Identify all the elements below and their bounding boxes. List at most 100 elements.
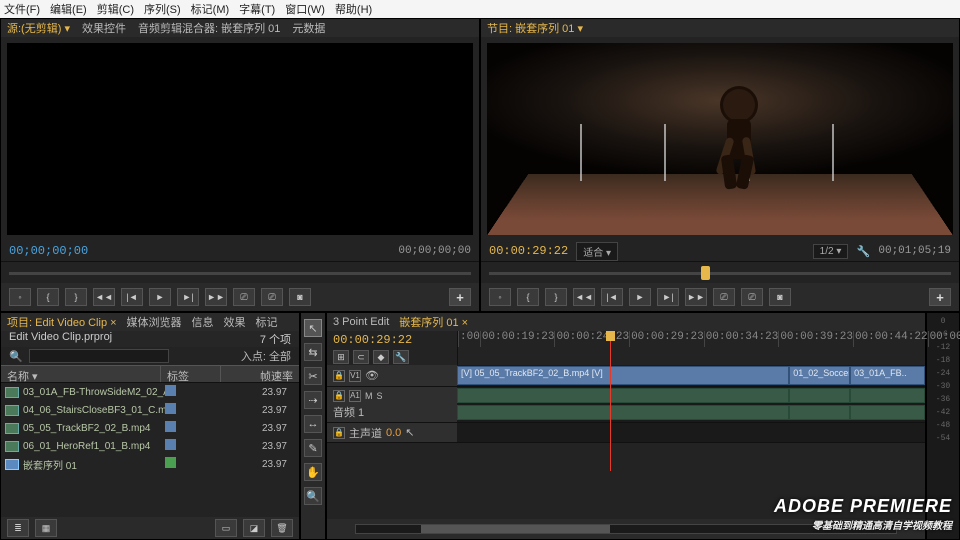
project-row[interactable]: 嵌套序列 01 23.97: [1, 455, 299, 473]
label-swatch[interactable]: [165, 439, 176, 450]
label-swatch[interactable]: [165, 385, 176, 396]
v1-lane[interactable]: [V] 05_05_TrackBF2_02_B.mp4 [V]01_02_Soc…: [457, 365, 925, 386]
menu-help[interactable]: 帮助(H): [335, 1, 372, 17]
project-row[interactable]: 04_06_StairsCloseBF3_01_C.mp4 23.97: [1, 401, 299, 419]
p-play-btn[interactable]: ►: [629, 288, 651, 306]
menu-sequence[interactable]: 序列(S): [144, 1, 181, 17]
menu-edit[interactable]: 编辑(E): [50, 1, 87, 17]
tab-audio-mixer[interactable]: 音频剪辑混合器: 嵌套序列 01: [138, 20, 280, 36]
p-export-frame-btn[interactable]: ◙: [769, 288, 791, 306]
p-step-back-btn[interactable]: |◄: [601, 288, 623, 306]
a1-lane[interactable]: [457, 387, 925, 422]
label-swatch[interactable]: [165, 421, 176, 432]
col-name[interactable]: 名称 ▾: [1, 366, 161, 382]
program-tc[interactable]: 00:00:29:22: [489, 244, 568, 258]
audio-clip[interactable]: [789, 405, 850, 420]
linked-sel-btn[interactable]: ⊂: [353, 350, 369, 364]
label-swatch[interactable]: [165, 403, 176, 414]
audio-clip[interactable]: [850, 405, 925, 420]
list-view-btn[interactable]: ≣: [7, 519, 29, 537]
tab-effect-controls[interactable]: 效果控件: [82, 20, 126, 36]
pen-tool[interactable]: ✎: [304, 439, 322, 457]
menu-marker[interactable]: 标记(M): [191, 1, 230, 17]
master-value[interactable]: 0.0: [386, 427, 401, 439]
marker-btn[interactable]: ◦: [9, 288, 31, 306]
timeline-hscroll[interactable]: [355, 524, 897, 534]
out-btn[interactable]: }: [65, 288, 87, 306]
timeline-tc[interactable]: 00:00:29:22: [333, 333, 451, 347]
tab-3point[interactable]: 3 Point Edit: [333, 316, 389, 328]
source-scrubber[interactable]: [1, 261, 479, 283]
p-button-editor-btn[interactable]: +: [929, 288, 951, 306]
zoom-select[interactable]: 1/2 ▾: [813, 244, 849, 259]
tab-nested-seq[interactable]: 嵌套序列 01 ×: [399, 314, 468, 330]
new-bin-btn[interactable]: ▭: [215, 519, 237, 537]
insert-btn[interactable]: ⎚: [233, 288, 255, 306]
settings-tl-btn[interactable]: 🔧: [393, 350, 409, 364]
col-fps[interactable]: 帧速率: [221, 366, 299, 382]
icon-view-btn[interactable]: ▦: [35, 519, 57, 537]
tab-info[interactable]: 信息: [192, 314, 214, 330]
tab-media-browser[interactable]: 媒体浏览器: [127, 314, 182, 330]
razor-tool[interactable]: ✂: [304, 367, 322, 385]
track-select-tool[interactable]: ⇆: [304, 343, 322, 361]
timeline-playhead[interactable]: [610, 331, 611, 471]
selection-tool[interactable]: ↖: [304, 319, 322, 337]
video-clip[interactable]: 01_02_SoccerF..: [789, 366, 850, 385]
p-marker-btn[interactable]: ◦: [489, 288, 511, 306]
program-viewer[interactable]: [487, 43, 953, 235]
a1-target[interactable]: A1: [349, 390, 361, 402]
tab-source[interactable]: 源:(无剪辑) ▾: [7, 20, 70, 36]
col-label[interactable]: 标签: [161, 366, 221, 382]
audio-clip[interactable]: [457, 388, 789, 403]
delete-btn[interactable]: 🗑: [271, 519, 293, 537]
project-row[interactable]: 05_05_TrackBF2_02_B.mp4 23.97: [1, 419, 299, 437]
hand-tool[interactable]: ✋: [304, 463, 322, 481]
snap-btn[interactable]: ⊞: [333, 350, 349, 364]
master-lock[interactable]: 🔒: [333, 427, 345, 439]
p-lift-btn[interactable]: ⎚: [713, 288, 735, 306]
v1-toggle-icon[interactable]: 👁: [365, 369, 379, 382]
p-out-btn[interactable]: }: [545, 288, 567, 306]
ripple-tool[interactable]: ↔: [304, 415, 322, 433]
menu-clip[interactable]: 剪辑(C): [97, 1, 134, 17]
menu-window[interactable]: 窗口(W): [285, 1, 325, 17]
menu-title[interactable]: 字幕(T): [239, 1, 275, 17]
in-btn[interactable]: {: [37, 288, 59, 306]
new-item-btn[interactable]: ◪: [243, 519, 265, 537]
video-clip[interactable]: 03_01A_FB..: [850, 366, 925, 385]
wrench-icon[interactable]: 🔧: [856, 245, 870, 258]
project-filter-label[interactable]: 入点: 全部: [241, 348, 291, 364]
v1-lock[interactable]: 🔒: [333, 370, 345, 382]
goto-out-btn[interactable]: ►►: [205, 288, 227, 306]
tab-program[interactable]: 节目: 嵌套序列 01 ▾: [487, 20, 583, 36]
project-row[interactable]: 03_01A_FB-ThrowSideM2_02_A.. 23.97: [1, 383, 299, 401]
source-tc-in[interactable]: 00;00;00;00: [9, 244, 88, 258]
p-in-btn[interactable]: {: [517, 288, 539, 306]
p-goto-in-btn[interactable]: ◄◄: [573, 288, 595, 306]
tab-markers[interactable]: 标记: [256, 314, 278, 330]
audio-clip[interactable]: [850, 388, 925, 403]
button-editor-btn[interactable]: +: [449, 288, 471, 306]
p-step-fwd-btn[interactable]: ►|: [657, 288, 679, 306]
step-back-btn[interactable]: |◄: [121, 288, 143, 306]
p-extract-btn[interactable]: ⎚: [741, 288, 763, 306]
program-playhead[interactable]: [701, 266, 710, 280]
play-btn[interactable]: ►: [149, 288, 171, 306]
tab-metadata[interactable]: 元数据: [292, 20, 325, 36]
overwrite-btn[interactable]: ⎚: [261, 288, 283, 306]
label-swatch[interactable]: [165, 457, 176, 468]
tab-effects[interactable]: 效果: [224, 314, 246, 330]
source-viewer[interactable]: [7, 43, 473, 235]
goto-in-btn[interactable]: ◄◄: [93, 288, 115, 306]
audio-clip[interactable]: [789, 388, 850, 403]
timeline-ruler[interactable]: :0000:00:19:2300:00:24:2300:00:29:2300:0…: [457, 331, 925, 365]
slip-tool[interactable]: ⇢: [304, 391, 322, 409]
project-row[interactable]: 06_01_HeroRef1_01_B.mp4 23.97: [1, 437, 299, 455]
project-search-input[interactable]: [29, 349, 169, 363]
fit-select[interactable]: 适合 ▾: [576, 242, 618, 261]
audio-clip[interactable]: [457, 405, 789, 420]
p-goto-out-btn[interactable]: ►►: [685, 288, 707, 306]
menu-file[interactable]: 文件(F): [4, 1, 40, 17]
program-scrubber[interactable]: [481, 261, 959, 283]
